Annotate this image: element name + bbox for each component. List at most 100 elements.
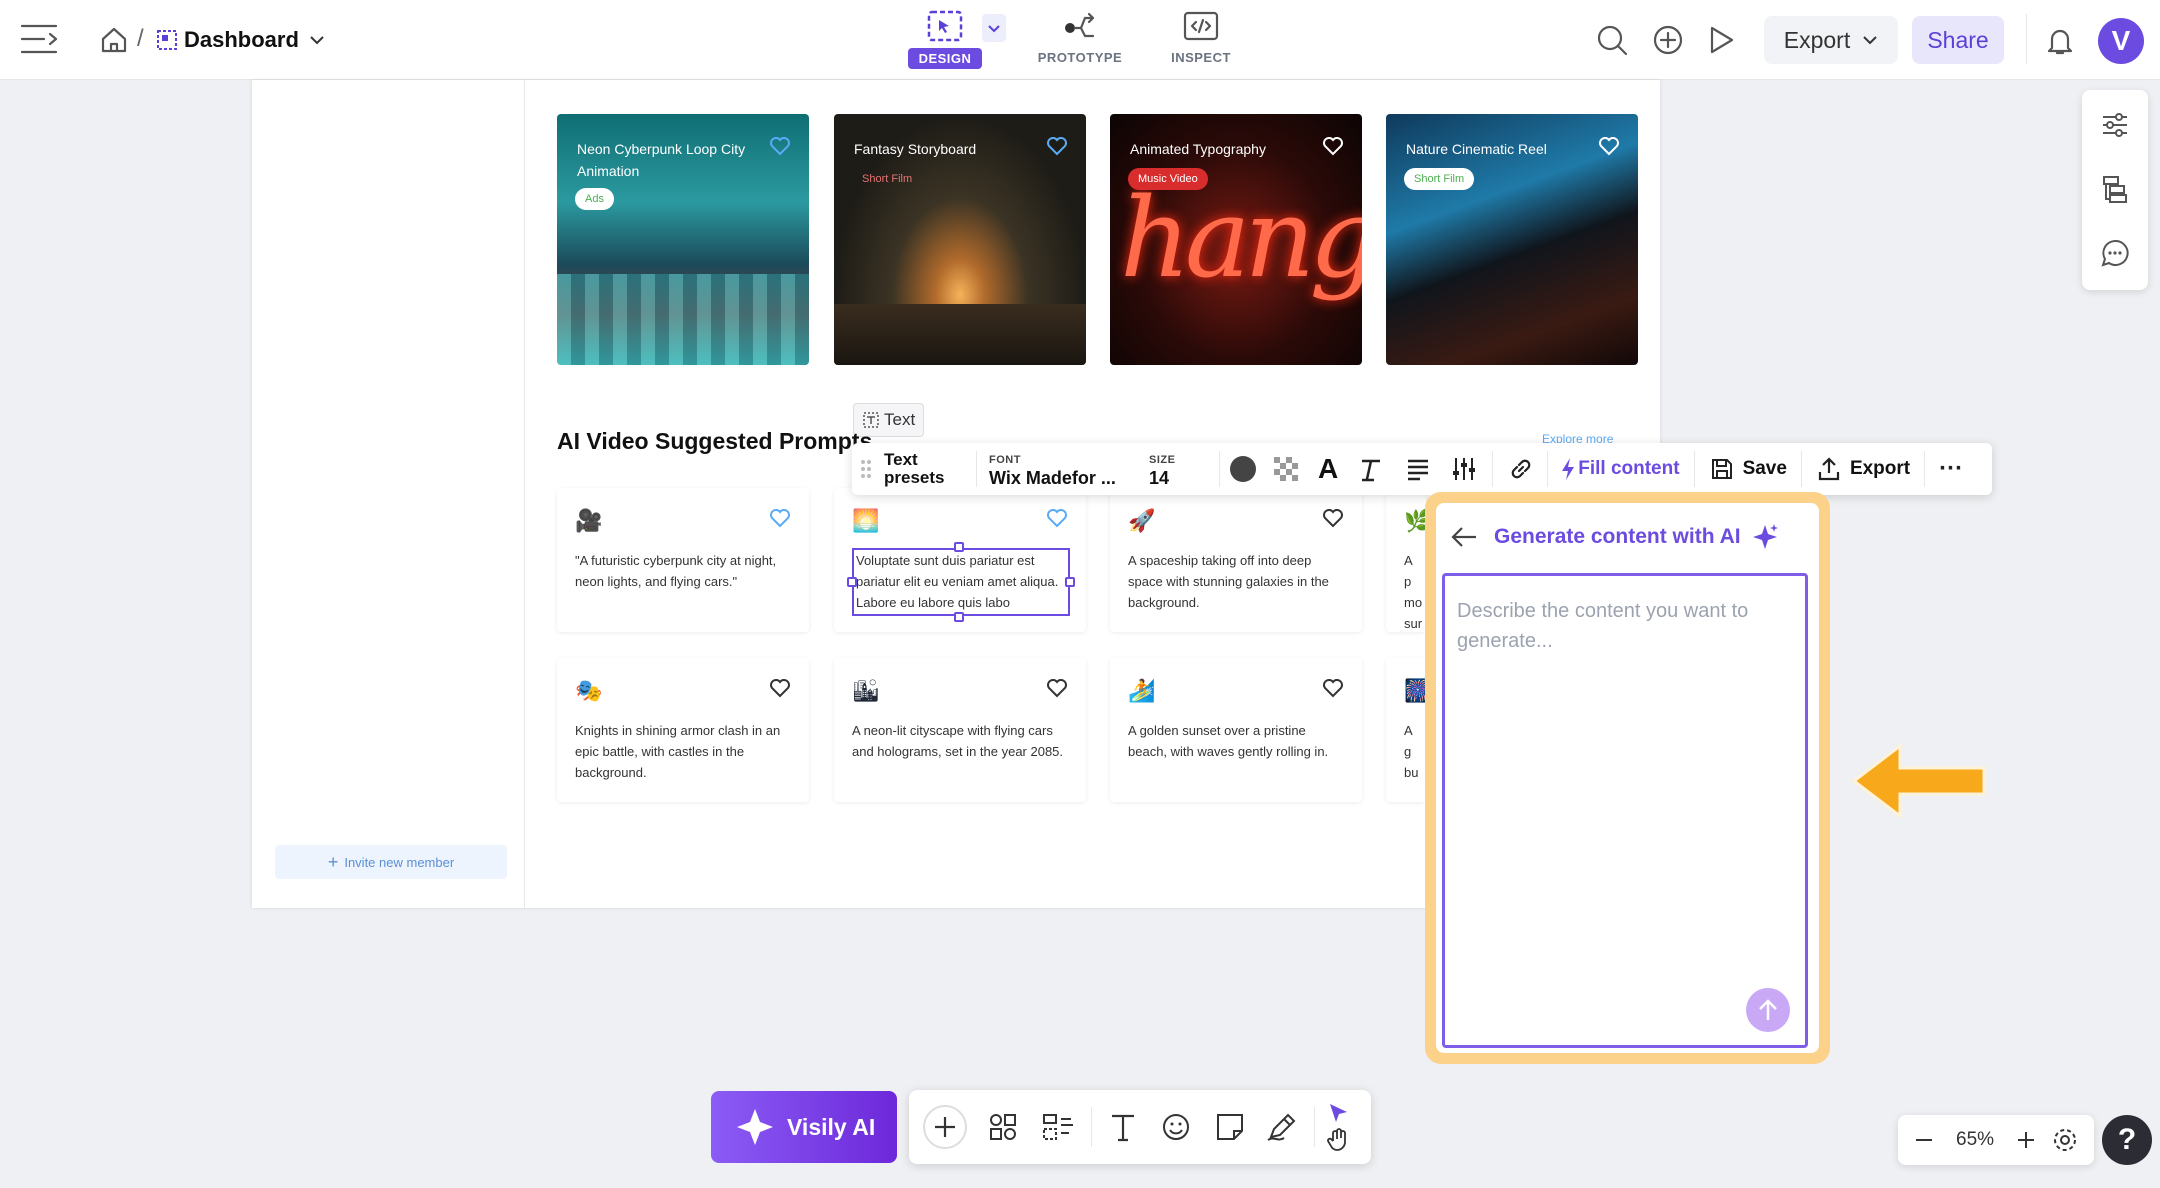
resize-handle[interactable] bbox=[1065, 577, 1075, 587]
selected-element-label: Text bbox=[884, 410, 916, 429]
drag-handle-icon[interactable] bbox=[860, 458, 872, 480]
heart-icon[interactable] bbox=[1322, 678, 1344, 698]
design-dropdown[interactable] bbox=[982, 14, 1006, 42]
sparkle-icon bbox=[1751, 523, 1779, 551]
zoom-in-icon[interactable] bbox=[2014, 1128, 2038, 1152]
export-button[interactable]: Export bbox=[1764, 16, 1898, 64]
send-button[interactable] bbox=[1746, 988, 1790, 1032]
home-icon[interactable] bbox=[100, 26, 128, 54]
cursor-icon[interactable] bbox=[1325, 1101, 1365, 1127]
components-icon[interactable] bbox=[987, 1111, 1019, 1143]
heart-icon[interactable] bbox=[769, 136, 791, 156]
resize-handle[interactable] bbox=[954, 542, 964, 552]
text-format-icon[interactable] bbox=[1358, 455, 1386, 483]
featured-card[interactable]: Fantasy Storyboard Short Film bbox=[834, 114, 1086, 365]
tab-inspect[interactable]: INSPECT bbox=[1160, 8, 1242, 65]
divider bbox=[1800, 451, 1802, 487]
add-icon[interactable] bbox=[1652, 24, 1684, 56]
fill-content-button[interactable]: Fill content bbox=[1560, 457, 1680, 481]
prompt-card[interactable]: 🚀 A spaceship taking off into deep space… bbox=[1110, 488, 1362, 632]
card-title: Neon Cyberpunk Loop City Animation bbox=[577, 141, 746, 179]
avatar[interactable]: V bbox=[2098, 18, 2144, 64]
more-options-icon[interactable]: ··· bbox=[1939, 455, 1963, 483]
bell-icon[interactable] bbox=[2046, 26, 2074, 56]
text-color-swatch[interactable] bbox=[1230, 456, 1256, 482]
breadcrumb-separator: / bbox=[137, 25, 144, 52]
font-style-icon[interactable]: A bbox=[1318, 453, 1338, 485]
prompt-card[interactable]: 🌅 Voluptate sunt duis pariatur est paria… bbox=[834, 488, 1086, 632]
opacity-icon[interactable] bbox=[1272, 455, 1300, 483]
font-dropdown[interactable]: FONT Wix Madefor ... bbox=[989, 451, 1139, 487]
card-image-detail bbox=[834, 304, 1086, 365]
text-tool-icon[interactable] bbox=[1108, 1111, 1138, 1143]
cityscape-icon: 🏙 bbox=[852, 678, 880, 703]
heart-icon[interactable] bbox=[1046, 508, 1068, 528]
heart-icon[interactable] bbox=[1322, 508, 1344, 528]
help-button[interactable]: ? bbox=[2102, 1115, 2152, 1165]
text-settings-icon[interactable] bbox=[1450, 455, 1478, 483]
invite-member-button[interactable]: + Invite new member bbox=[275, 845, 507, 879]
size-dropdown[interactable]: SIZE 14 bbox=[1149, 451, 1209, 487]
zoom-value[interactable]: 65% bbox=[1956, 1129, 1994, 1151]
pen-icon[interactable] bbox=[1266, 1111, 1300, 1143]
selected-text-element[interactable]: Voluptate sunt duis pariatur est pariatu… bbox=[852, 548, 1070, 616]
search-icon[interactable] bbox=[1596, 24, 1628, 56]
tab-design[interactable]: DESIGN bbox=[908, 8, 982, 69]
heart-icon[interactable] bbox=[1322, 136, 1344, 156]
wireframe-icon[interactable] bbox=[1041, 1111, 1075, 1143]
visily-ai-button[interactable]: Visily AI bbox=[711, 1091, 897, 1163]
align-icon[interactable] bbox=[1404, 455, 1432, 483]
share-button[interactable]: Share bbox=[1912, 16, 2004, 64]
prompt-text: A neon-lit cityscape with flying cars an… bbox=[852, 723, 1064, 759]
layers-icon[interactable] bbox=[2100, 174, 2130, 204]
hand-icon[interactable] bbox=[1325, 1127, 1365, 1153]
dashboard-breadcrumb[interactable]: Dashboard bbox=[156, 22, 325, 58]
arrow-up-icon bbox=[1757, 998, 1779, 1022]
leaf-icon: 🌿 bbox=[1404, 508, 1426, 533]
ai-prompt-input[interactable]: Describe the content you want to generat… bbox=[1442, 573, 1808, 1048]
divider bbox=[1492, 451, 1494, 487]
prompt-card[interactable]: 🌿 A p mo sur bbox=[1386, 488, 1426, 632]
heart-icon[interactable] bbox=[1046, 678, 1068, 698]
heart-icon[interactable] bbox=[1598, 136, 1620, 156]
link-icon[interactable] bbox=[1507, 455, 1535, 483]
chevron-down-icon bbox=[1862, 35, 1878, 45]
presets-line2: presets bbox=[884, 468, 945, 487]
prompt-card[interactable]: 🎭 Knights in shining armor clash in an e… bbox=[557, 658, 809, 802]
prompt-card[interactable]: 🏄 A golden sunset over a pristine beach,… bbox=[1110, 658, 1362, 802]
visily-ai-label: Visily AI bbox=[787, 1113, 876, 1140]
sticky-note-icon[interactable] bbox=[1214, 1111, 1246, 1143]
invite-label: Invite new member bbox=[344, 854, 455, 870]
back-arrow-icon[interactable] bbox=[1450, 525, 1478, 549]
settings-icon[interactable] bbox=[2052, 1127, 2078, 1153]
card-tag: Short Film bbox=[862, 173, 913, 185]
save-icon bbox=[1709, 456, 1735, 482]
toolbar-export-button[interactable]: Export bbox=[1816, 456, 1910, 482]
tab-prototype[interactable]: PROTOTYPE bbox=[1030, 8, 1130, 65]
text-presets-dropdown[interactable]: Text presets bbox=[884, 451, 964, 487]
zoom-out-icon[interactable] bbox=[1912, 1128, 1936, 1152]
resize-handle[interactable] bbox=[954, 612, 964, 622]
save-button[interactable]: Save bbox=[1709, 456, 1787, 482]
lightning-icon bbox=[1560, 457, 1576, 481]
featured-card[interactable]: Neon Cyberpunk Loop City Animation Ads bbox=[557, 114, 809, 365]
prompt-card[interactable]: 🏙 A neon-lit cityscape with flying cars … bbox=[834, 658, 1086, 802]
comment-icon[interactable] bbox=[2100, 238, 2130, 268]
plus-icon: + bbox=[327, 851, 339, 872]
menu-icon[interactable] bbox=[20, 22, 58, 56]
emoji-icon[interactable] bbox=[1160, 1111, 1192, 1143]
sparkle-icon bbox=[733, 1105, 777, 1149]
resize-handle[interactable] bbox=[847, 577, 857, 587]
add-icon[interactable] bbox=[923, 1105, 967, 1149]
prompt-card[interactable]: 🎥 "A futuristic cyberpunk city at night,… bbox=[557, 488, 809, 632]
heart-icon[interactable] bbox=[1046, 136, 1068, 156]
featured-card[interactable]: hang Animated Typography Music Video bbox=[1110, 114, 1362, 365]
heart-icon[interactable] bbox=[769, 508, 791, 528]
prompt-text: A p mo sur bbox=[1404, 553, 1423, 631]
prompt-card[interactable]: 🎆 A g bu bbox=[1386, 658, 1426, 802]
featured-card[interactable]: Nature Cinematic Reel Short Film bbox=[1386, 114, 1638, 365]
heart-icon[interactable] bbox=[769, 678, 791, 698]
sliders-icon[interactable] bbox=[2100, 110, 2130, 140]
divider bbox=[2026, 14, 2027, 64]
play-icon[interactable] bbox=[1706, 24, 1736, 56]
